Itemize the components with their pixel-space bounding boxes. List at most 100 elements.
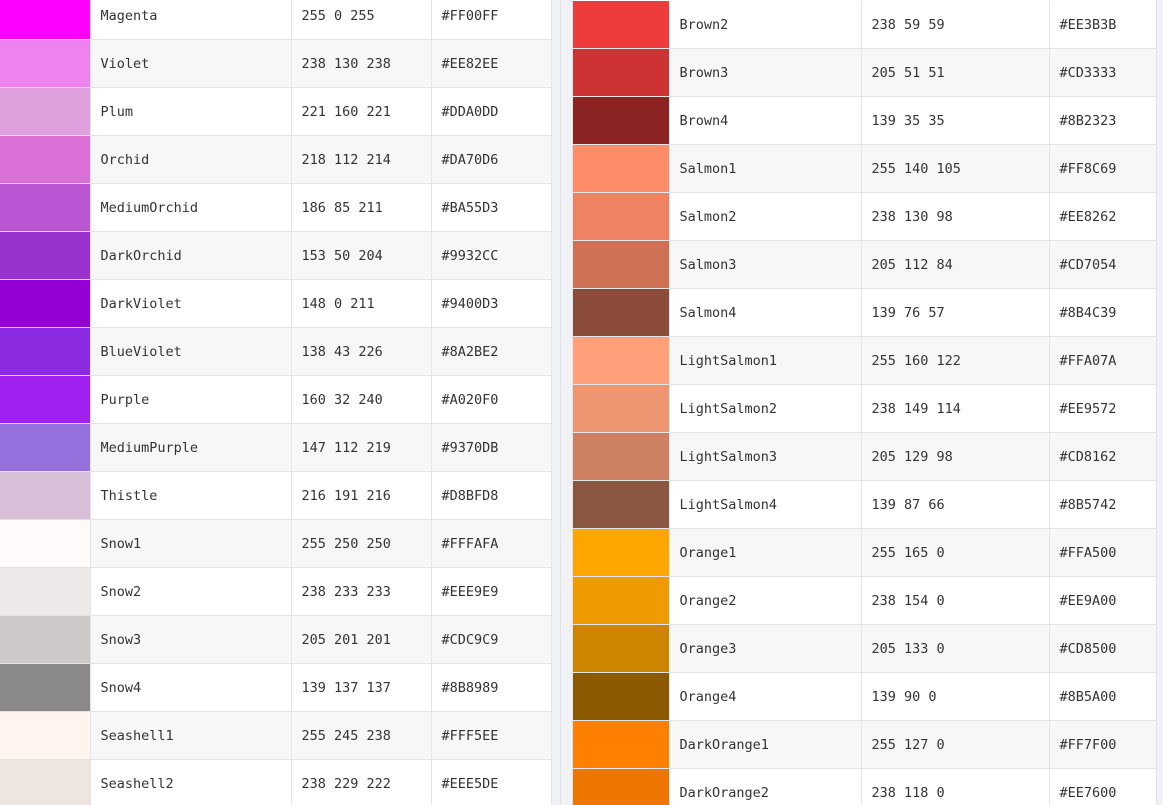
color-hex-value: #FFA07A [1049,336,1156,385]
color-rgb-value: 205 129 98 [861,432,1050,481]
color-row: BlueViolet 138 43 226 #8A2BE2 [0,327,551,376]
color-rgb-value: 255 127 0 [861,720,1050,769]
color-swatch [0,615,91,664]
color-rgb-value: 218 112 214 [291,135,432,184]
left-color-table-panel: Magenta 255 0 255 #FF00FF Violet 238 130 238… [0,0,552,805]
color-hex-value: #8B2323 [1049,96,1156,145]
color-name: Purple [90,375,292,424]
color-hex-value: #EE9572 [1049,384,1156,433]
color-hex-value: #CD8162 [1049,432,1156,481]
right-color-table: Brown2 238 59 59 #EE3B3B Brown3 205 51 51 #CD… [573,1,1156,805]
color-hex-value: #FFA500 [1049,528,1156,577]
color-row: Orange4 139 90 0 #8B5A00 [573,672,1156,721]
color-hex-value: #8A2BE2 [431,327,551,376]
color-hex-value: #CD7054 [1049,240,1156,289]
color-name: Orange2 [669,576,862,625]
color-rgb-value: 139 90 0 [861,672,1050,721]
color-rgb-value: 238 59 59 [861,1,1050,49]
color-swatch [0,471,91,520]
color-name: Orchid [90,135,292,184]
left-color-table: Magenta 255 0 255 #FF00FF Violet 238 130 238… [0,0,551,805]
color-rgb-value: 238 130 98 [861,192,1050,241]
color-name: Salmon4 [669,288,862,337]
color-name: Brown3 [669,48,862,97]
color-row: DarkOrange2 238 118 0 #EE7600 [573,768,1156,805]
color-rgb-value: 205 133 0 [861,624,1050,673]
color-row: Seashell2 238 229 222 #EEE5DE [0,759,551,805]
color-name: Snow3 [90,615,292,664]
color-hex-value: #FFF5EE [431,711,551,760]
color-name: Seashell1 [90,711,292,760]
color-row: Plum 221 160 221 #DDA0DD [0,87,551,136]
color-row: Violet 238 130 238 #EE82EE [0,39,551,88]
color-name: Thistle [90,471,292,520]
color-name: DarkOrange2 [669,768,862,805]
color-name: Violet [90,39,292,88]
color-hex-value: #EE82EE [431,39,551,88]
color-swatch [0,375,91,424]
color-row: Snow1 255 250 250 #FFFAFA [0,519,551,568]
color-swatch [573,96,670,145]
color-name: DarkOrchid [90,231,292,280]
color-row: Snow3 205 201 201 #CDC9C9 [0,615,551,664]
color-hex-value: #9370DB [431,423,551,472]
color-row: Orange3 205 133 0 #CD8500 [573,624,1156,673]
color-rgb-value: 216 191 216 [291,471,432,520]
color-rgb-value: 205 201 201 [291,615,432,664]
color-name: LightSalmon3 [669,432,862,481]
color-rgb-value: 147 112 219 [291,423,432,472]
color-row: Brown3 205 51 51 #CD3333 [573,48,1156,97]
color-row: Salmon1 255 140 105 #FF8C69 [573,144,1156,193]
color-swatch [573,624,670,673]
color-name: DarkOrange1 [669,720,862,769]
color-hex-value: #D8BFD8 [431,471,551,520]
color-swatch [573,288,670,337]
color-hex-value: #A020F0 [431,375,551,424]
color-swatch [573,192,670,241]
color-name: Salmon2 [669,192,862,241]
color-row: Orange1 255 165 0 #FFA500 [573,528,1156,577]
color-row: LightSalmon2 238 149 114 #EE9572 [573,384,1156,433]
color-row: Purple 160 32 240 #A020F0 [0,375,551,424]
color-row: LightSalmon1 255 160 122 #FFA07A [573,336,1156,385]
color-hex-value: #DA70D6 [431,135,551,184]
color-row: Snow4 139 137 137 #8B8989 [0,663,551,712]
color-name: LightSalmon4 [669,480,862,529]
color-hex-value: #8B4C39 [1049,288,1156,337]
color-rgb-value: 139 35 35 [861,96,1050,145]
color-rgb-value: 238 130 238 [291,39,432,88]
color-name: BlueViolet [90,327,292,376]
color-swatch [573,336,670,385]
color-rgb-value: 160 32 240 [291,375,432,424]
color-swatch [0,39,91,88]
color-name: Snow4 [90,663,292,712]
color-hex-value: #8B5A00 [1049,672,1156,721]
color-rgb-value: 238 118 0 [861,768,1050,805]
color-hex-value: #EE7600 [1049,768,1156,805]
right-color-table-panel: Brown2 238 59 59 #EE3B3B Brown3 205 51 51 #CD… [572,0,1157,805]
color-swatch [0,87,91,136]
color-swatch [573,144,670,193]
color-swatch [573,240,670,289]
color-row: Snow2 238 233 233 #EEE9E9 [0,567,551,616]
color-row: Seashell1 255 245 238 #FFF5EE [0,711,551,760]
color-rgb-value: 255 140 105 [861,144,1050,193]
color-hex-value: #9932CC [431,231,551,280]
color-rgb-value: 205 112 84 [861,240,1050,289]
color-rgb-value: 153 50 204 [291,231,432,280]
color-rgb-value: 238 229 222 [291,759,432,805]
color-hex-value: #EE3B3B [1049,1,1156,49]
color-row: Salmon3 205 112 84 #CD7054 [573,240,1156,289]
color-rgb-value: 255 245 238 [291,711,432,760]
color-rgb-value: 238 154 0 [861,576,1050,625]
color-name: Orange1 [669,528,862,577]
color-name: Snow2 [90,567,292,616]
color-row: Brown2 238 59 59 #EE3B3B [573,1,1156,49]
color-rgb-value: 139 87 66 [861,480,1050,529]
color-row: LightSalmon3 205 129 98 #CD8162 [573,432,1156,481]
color-swatch [0,231,91,280]
color-swatch [573,768,670,805]
color-rgb-value: 255 160 122 [861,336,1050,385]
color-swatch [573,1,670,49]
color-reference-page: Magenta 255 0 255 #FF00FF Violet 238 130 238… [0,0,1163,805]
